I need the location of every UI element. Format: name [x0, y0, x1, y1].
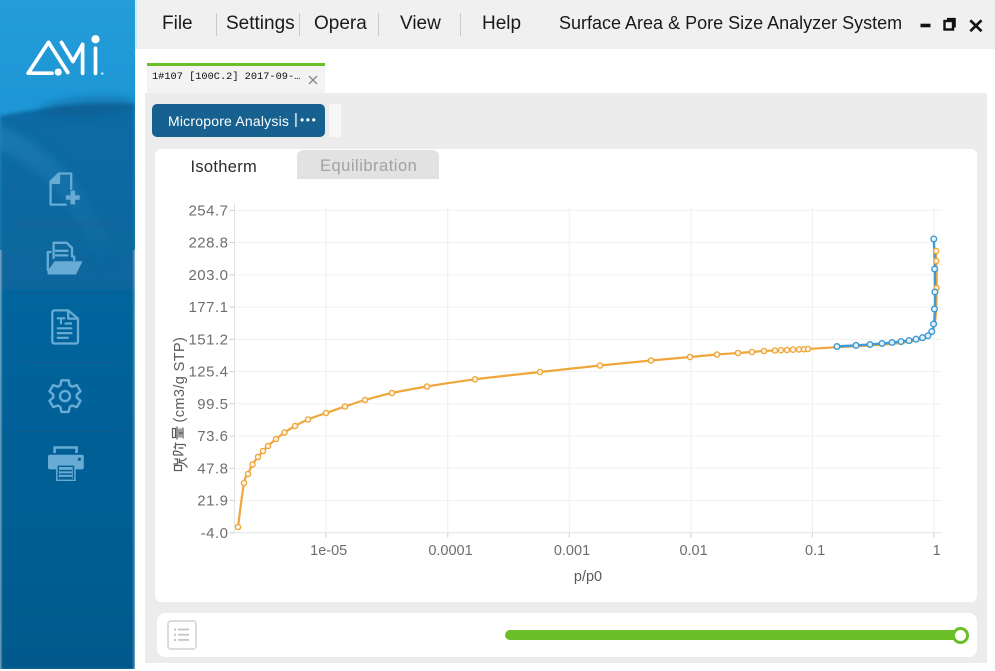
svg-text:1e-05: 1e-05	[310, 543, 347, 559]
svg-text:254.7: 254.7	[188, 202, 228, 219]
svg-text:0.01: 0.01	[679, 543, 707, 559]
svg-text:(cm3/g STP): (cm3/g STP)	[172, 337, 188, 423]
svg-text:0.1: 0.1	[805, 543, 825, 559]
svg-text:73.6: 73.6	[197, 428, 228, 445]
svg-text:p/p0: p/p0	[574, 569, 602, 585]
svg-text:21.9: 21.9	[197, 493, 228, 510]
svg-text:177.1: 177.1	[188, 299, 228, 316]
svg-text:151.2: 151.2	[188, 331, 228, 348]
svg-text:-4.0: -4.0	[201, 525, 229, 542]
svg-text:99.5: 99.5	[197, 396, 228, 413]
svg-text:228.8: 228.8	[188, 235, 228, 252]
svg-text:1: 1	[933, 543, 941, 559]
svg-text:47.8: 47.8	[197, 460, 228, 477]
svg-text:125.4: 125.4	[188, 364, 228, 381]
svg-text:0.0001: 0.0001	[428, 543, 472, 559]
svg-text:203.0: 203.0	[188, 267, 228, 284]
svg-text:0.001: 0.001	[554, 543, 590, 559]
